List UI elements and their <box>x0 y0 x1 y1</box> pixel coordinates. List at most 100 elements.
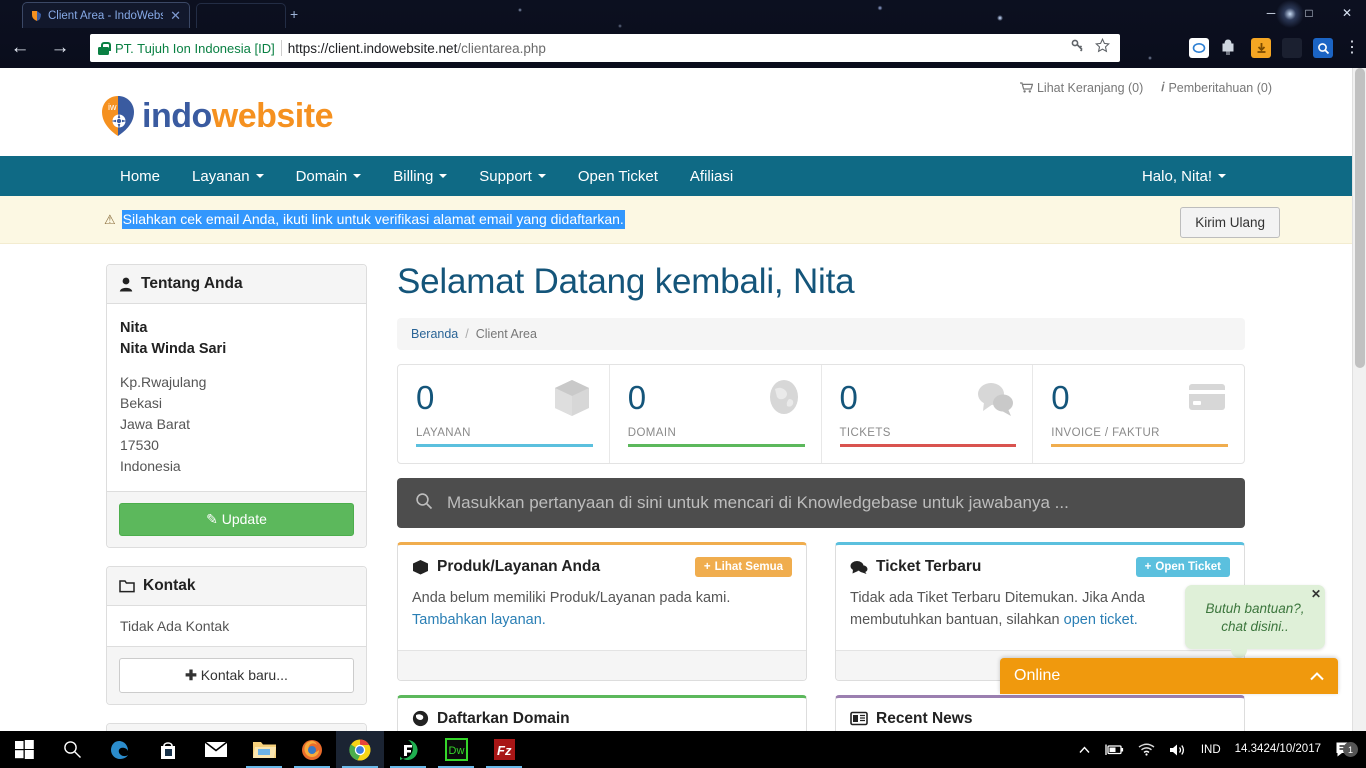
nav-item-home[interactable]: Home <box>104 156 176 196</box>
search-extension-icon[interactable] <box>1313 38 1333 58</box>
news-icon <box>850 711 868 726</box>
user-menu-label: Halo, Nita! <box>1141 167 1212 185</box>
chrome-icon[interactable] <box>336 731 384 768</box>
breadcrumb: Beranda / Client Area <box>397 318 1245 350</box>
new-contact-button[interactable]: ✚ Kontak baru... <box>119 658 354 694</box>
browser-tab[interactable]: Client Area - IndoWebsit ✕ <box>22 2 190 28</box>
contacts-footer: ✚ Kontak baru... <box>107 646 366 705</box>
clock-time: 14.34 <box>1234 743 1264 756</box>
page-scrollbar[interactable] <box>1352 68 1366 731</box>
stat-invoice[interactable]: 0 INVOICE / FAKTUR <box>1033 365 1244 463</box>
close-window-button[interactable]: ✕ <box>1328 0 1366 26</box>
mail-icon[interactable] <box>192 731 240 768</box>
chevron-down-icon <box>537 174 546 178</box>
address-bar[interactable]: PT. Tujuh Ion Indonesia [ID] https://cli… <box>90 34 1120 62</box>
system-tray: IND 14.34 24/10/2017 1 <box>1072 741 1366 758</box>
notice-link[interactable]: 𝑖 Pemberitahuan (0) <box>1161 80 1272 95</box>
bookmark-star-icon[interactable] <box>1094 37 1111 58</box>
stat-tickets[interactable]: 0 TICKETS <box>822 365 1034 463</box>
filezilla-icon[interactable]: Fz <box>480 731 528 768</box>
user-menu[interactable]: Halo, Nita! <box>1126 156 1242 196</box>
breadcrumb-separator: / <box>465 327 469 341</box>
nav-label: Home <box>120 167 161 185</box>
card-title: Daftarkan Domain <box>437 709 570 727</box>
wifi-icon[interactable] <box>1131 743 1162 756</box>
download-manager-icon[interactable] <box>1251 38 1271 58</box>
start-button[interactable] <box>0 731 48 768</box>
nav-item-open-ticket[interactable]: Open Ticket <box>562 156 674 196</box>
pencil-icon: ✎ <box>206 511 218 528</box>
taskbar-search-icon[interactable] <box>48 731 96 768</box>
nav-item-afiliasi[interactable]: Afiliasi <box>674 156 749 196</box>
store-icon[interactable] <box>144 731 192 768</box>
volume-icon[interactable] <box>1162 743 1194 757</box>
warning-icon: ⚠ <box>104 211 116 227</box>
chat-bubble-close-icon[interactable]: ✕ <box>1311 586 1321 602</box>
battery-icon[interactable] <box>1097 743 1131 756</box>
edge-icon[interactable] <box>96 731 144 768</box>
logo-text-indo: indo <box>142 96 212 135</box>
maximize-button[interactable]: □ <box>1290 0 1328 26</box>
credit-card-icon <box>1184 377 1230 417</box>
resend-verification-button[interactable]: Kirim Ulang <box>1180 207 1280 238</box>
chat-bubble-line1: Butuh bantuan?, <box>1205 600 1305 616</box>
chat-invite-bubble[interactable]: ✕ Butuh bantuan?, chat disini.. <box>1185 584 1325 659</box>
tab-ghost <box>196 3 286 28</box>
open-ticket-button[interactable]: + Open Ticket <box>1135 557 1230 577</box>
stat-label: INVOICE / FAKTUR <box>1051 427 1160 439</box>
tab-favicon <box>29 9 43 23</box>
foxit-icon[interactable] <box>384 731 432 768</box>
stats-row: 0 LAYANAN 0 DOMAIN 0 TICKETS 0 INVOICE /… <box>397 364 1245 464</box>
stat-domain[interactable]: 0 DOMAIN <box>610 365 822 463</box>
shortcuts-header: Shortcuts <box>107 724 366 731</box>
firefox-icon[interactable] <box>288 731 336 768</box>
tab-strip: Client Area - IndoWebsit ✕ + ─ □ ✕ <box>0 0 1366 28</box>
card-body: Anda belum memiliki Produk/Layanan pada … <box>398 588 806 650</box>
minimize-button[interactable]: ─ <box>1252 0 1290 26</box>
new-tab-button[interactable]: + <box>290 6 298 22</box>
nav-item-billing[interactable]: Billing <box>377 156 463 196</box>
nav-label: Domain <box>295 167 348 185</box>
notification-center-icon[interactable]: 1 <box>1328 741 1362 758</box>
open-ticket-link[interactable]: open ticket. <box>1064 612 1138 628</box>
extension-blue-oval-icon[interactable] <box>1189 38 1209 58</box>
nav-item-layanan[interactable]: Layanan <box>176 156 280 196</box>
tab-close-icon[interactable]: ✕ <box>168 9 183 22</box>
forward-icon[interactable]: → <box>40 28 80 68</box>
view-all-button[interactable]: + Lihat Semua <box>694 557 792 577</box>
browser-window: Client Area - IndoWebsit ✕ + ─ □ ✕ ← → ⟳… <box>0 0 1366 768</box>
chevron-up-icon[interactable] <box>1310 669 1324 684</box>
tray-expand-icon[interactable] <box>1072 745 1097 754</box>
language-indicator[interactable]: IND <box>1194 744 1228 756</box>
scrollbar-thumb[interactable] <box>1355 68 1365 368</box>
explorer-icon[interactable] <box>240 731 288 768</box>
stat-underline <box>1051 444 1228 447</box>
logo-text-website: website <box>211 96 334 135</box>
breadcrumb-home[interactable]: Beranda <box>411 327 458 341</box>
cart-link[interactable]: Lihat Keranjang (0) <box>1019 80 1143 95</box>
back-icon[interactable]: ← <box>0 28 40 68</box>
chevron-down-icon <box>255 174 264 178</box>
nav-label: Support <box>479 167 532 185</box>
stat-label: TICKETS <box>839 427 891 439</box>
account-fullname: Nita Winda Sari <box>120 341 227 358</box>
extension-plugin-icon[interactable] <box>1220 38 1240 58</box>
knowledgebase-search[interactable]: Masukkan pertanyaan di sini untuk mencar… <box>397 478 1245 528</box>
url-domain: https://client.indowebsite.net <box>287 40 458 56</box>
nav-item-domain[interactable]: Domain <box>280 156 378 196</box>
window-controls: ─ □ ✕ <box>1252 0 1366 26</box>
nav-item-support[interactable]: Support <box>463 156 562 196</box>
add-service-link[interactable]: Tambahkan layanan. <box>412 612 546 628</box>
comments-icon <box>972 377 1018 417</box>
chrome-menu-icon[interactable]: ⋮ <box>1344 40 1360 56</box>
update-profile-button[interactable]: ✎ Update <box>119 503 354 537</box>
save-password-icon[interactable] <box>1071 39 1085 58</box>
site-logo[interactable]: iw indowebsite <box>100 94 333 138</box>
clock[interactable]: 14.34 24/10/2017 <box>1228 742 1328 756</box>
extension-dark-icon[interactable] <box>1282 38 1302 58</box>
stat-layanan[interactable]: 0 LAYANAN <box>398 365 610 463</box>
svg-text:Dw: Dw <box>448 745 464 757</box>
chevron-down-icon <box>439 174 448 178</box>
chat-status-bar[interactable]: Online <box>1000 658 1338 694</box>
dreamweaver-icon[interactable]: Dw <box>432 731 480 768</box>
